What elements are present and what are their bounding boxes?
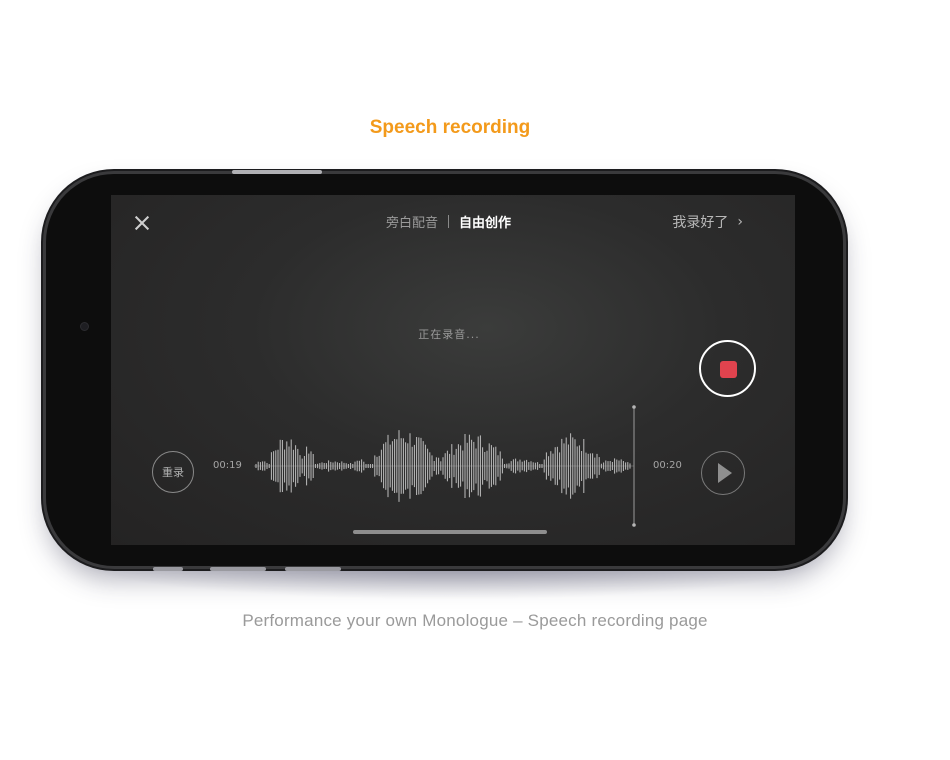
- done-label: 我录好了: [672, 215, 729, 231]
- page-caption: Performance your own Monologue – Speech …: [242, 611, 708, 630]
- phone-button-bottom-3: [285, 567, 341, 571]
- playhead-bottom-dot: [632, 523, 636, 527]
- playhead-top-dot: [632, 405, 636, 409]
- phone-button-top: [232, 170, 322, 174]
- front-camera: [80, 322, 89, 331]
- done-button[interactable]: 我录好了 ›: [672, 212, 743, 232]
- play-icon: [718, 463, 732, 483]
- total-time: 00:20: [653, 460, 682, 471]
- phone-button-bottom-2: [210, 567, 266, 571]
- elapsed-time: 00:19: [213, 460, 242, 471]
- play-button[interactable]: [701, 451, 745, 495]
- tab-free-create[interactable]: 自由创作: [459, 212, 511, 231]
- recording-status: 正在录音...: [418, 328, 480, 341]
- mode-tabs: 旁白配音 自由创作: [386, 212, 511, 231]
- recording-screen: 旁白配音 自由创作 我录好了 › 正在录音... 重录 00:19 00:20: [111, 195, 795, 545]
- rerecord-button[interactable]: 重录: [152, 451, 194, 493]
- page-heading: Speech recording: [369, 117, 531, 138]
- record-stop-button[interactable]: [699, 340, 756, 397]
- close-icon[interactable]: [133, 214, 151, 232]
- stop-record-icon: [720, 361, 737, 378]
- audio-waveform: [254, 405, 636, 527]
- home-indicator: [353, 530, 547, 534]
- phone-button-bottom-1: [153, 567, 183, 571]
- tab-divider: [448, 215, 450, 228]
- chevron-right-icon: ›: [737, 214, 743, 230]
- tab-narration-dub[interactable]: 旁白配音: [386, 212, 438, 231]
